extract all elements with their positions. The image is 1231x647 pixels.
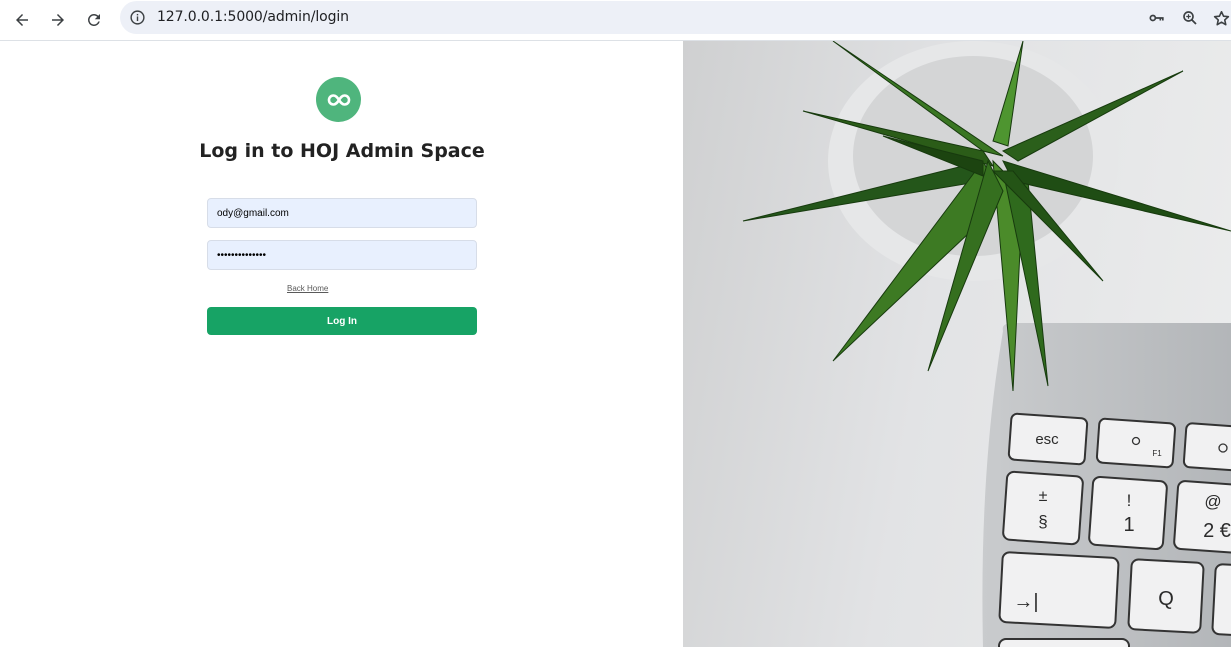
forward-arrow-icon — [52, 14, 64, 26]
bookmark-star-icon — [1213, 10, 1229, 25]
keyboard-keys: esc F1 ± § ! 1 @ 2 € →| Q — [998, 412, 1231, 647]
forward-button[interactable] — [43, 5, 73, 35]
reload-button[interactable] — [79, 5, 109, 35]
zoom-icon — [1183, 11, 1197, 25]
reload-icon — [87, 13, 100, 26]
password-key-button[interactable] — [1147, 8, 1167, 28]
bookmark-button[interactable] — [1211, 8, 1231, 28]
url-text: 127.0.0.1:5000/admin/login — [157, 9, 349, 25]
key-section: § — [1038, 512, 1047, 531]
browser-toolbar: 127.0.0.1:5000/admin/login — [0, 0, 1231, 41]
key-one: 1 — [1123, 514, 1134, 536]
back-arrow-icon — [16, 14, 28, 26]
page-title: Log in to HOJ Admin Space — [199, 140, 485, 162]
key-icon — [1149, 14, 1164, 22]
address-bar[interactable]: 127.0.0.1:5000/admin/login — [120, 1, 1231, 34]
key-q: Q — [1158, 588, 1174, 610]
back-home-link[interactable]: Back Home — [287, 284, 328, 293]
key-at: @ — [1204, 492, 1221, 511]
login-button[interactable]: Log In — [207, 307, 477, 335]
key-tab: →| — [1013, 591, 1038, 613]
key-exclaim: ! — [1127, 491, 1132, 510]
zoom-button[interactable] — [1180, 8, 1200, 28]
site-info-icon[interactable] — [129, 9, 146, 26]
key-f1: F1 — [1152, 449, 1162, 458]
plant-keyboard-photo: esc F1 ± § ! 1 @ 2 € →| Q — [742, 41, 1231, 647]
login-panel: Log in to HOJ Admin Space Back Home Log … — [0, 41, 683, 647]
hero-photo: esc F1 ± § ! 1 @ 2 € →| Q — [683, 41, 1231, 647]
key-two: 2 € — [1203, 520, 1231, 542]
infinity-icon — [327, 93, 350, 106]
key-plusminus: ± — [1039, 488, 1048, 505]
back-button[interactable] — [7, 5, 37, 35]
key-esc: esc — [1035, 431, 1059, 448]
email-field[interactable] — [207, 198, 477, 228]
password-field[interactable] — [207, 240, 477, 270]
brand-logo — [316, 77, 361, 122]
